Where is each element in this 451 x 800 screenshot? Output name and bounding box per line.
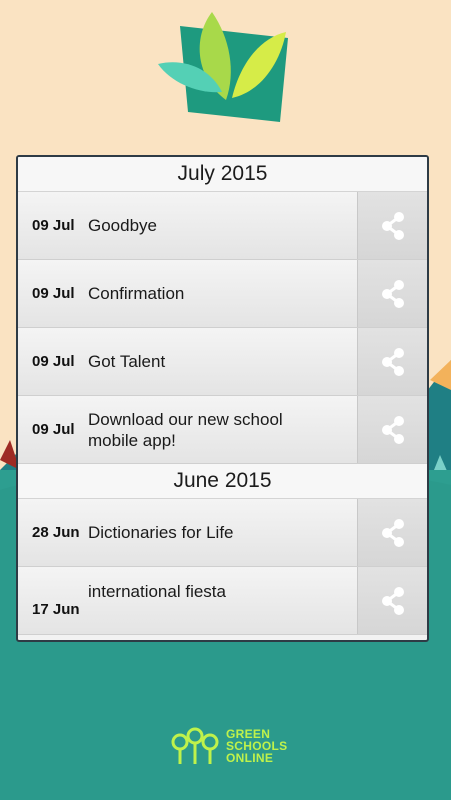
share-icon xyxy=(381,518,404,547)
list-item-content[interactable]: 28 Jun Dictionaries for Life xyxy=(18,499,358,566)
list-item[interactable]: 09 Jul Confirmation xyxy=(18,260,427,328)
share-button[interactable] xyxy=(358,499,427,566)
list-item[interactable]: 17 Jun international fiesta xyxy=(18,567,427,635)
share-button[interactable] xyxy=(358,260,427,327)
brand-text: GREEN SCHOOLS ONLINE xyxy=(226,728,287,764)
share-button[interactable] xyxy=(358,567,427,634)
brand-line-3: ONLINE xyxy=(226,751,274,765)
item-title: Goodbye xyxy=(88,216,157,235)
list-item-content[interactable]: 09 Jul Got Talent xyxy=(18,328,358,395)
item-date: 09 Jul xyxy=(32,353,75,370)
share-icon xyxy=(381,279,404,308)
green-schools-online-logo: GREEN SCHOOLS ONLINE xyxy=(170,726,287,766)
list-item-content[interactable]: 09 Jul Confirmation xyxy=(18,260,358,327)
share-button[interactable] xyxy=(358,396,427,463)
item-date: 17 Jun xyxy=(32,601,80,618)
news-list-panel: July 2015 09 Jul Goodbye 09 Jul Confirma… xyxy=(16,155,429,642)
share-button[interactable] xyxy=(358,192,427,259)
list-item[interactable]: 09 Jul Goodbye xyxy=(18,192,427,260)
item-title: Got Talent xyxy=(88,352,166,371)
share-button[interactable] xyxy=(358,328,427,395)
item-date: 09 Jul xyxy=(32,217,75,234)
item-date: 09 Jul xyxy=(32,285,75,302)
item-date: 28 Jun xyxy=(32,524,80,541)
brand-tree-icon xyxy=(171,727,219,764)
section-header-june-2015: June 2015 xyxy=(18,464,427,499)
list-item[interactable]: 09 Jul Download our new school mobile ap… xyxy=(18,396,427,464)
item-date: 09 Jul xyxy=(32,421,75,438)
list-item-content[interactable]: 17 Jun international fiesta xyxy=(18,567,358,634)
share-icon xyxy=(381,586,404,615)
share-icon xyxy=(381,415,404,444)
item-title: Download our new school mobile app! xyxy=(88,409,283,450)
share-icon xyxy=(381,211,404,240)
list-item[interactable]: 28 Jun Dictionaries for Life xyxy=(18,499,427,567)
list-item-content[interactable]: 09 Jul Download our new school mobile ap… xyxy=(18,396,358,463)
section-header-july-2015: July 2015 xyxy=(18,157,427,192)
item-title: international fiesta xyxy=(88,582,226,601)
item-title: Confirmation xyxy=(88,284,185,303)
leaf-logo-icon xyxy=(158,12,288,122)
item-title: Dictionaries for Life xyxy=(88,523,234,542)
list-item-content[interactable]: 09 Jul Goodbye xyxy=(18,192,358,259)
share-icon xyxy=(381,347,404,376)
list-item[interactable]: 09 Jul Got Talent xyxy=(18,328,427,396)
